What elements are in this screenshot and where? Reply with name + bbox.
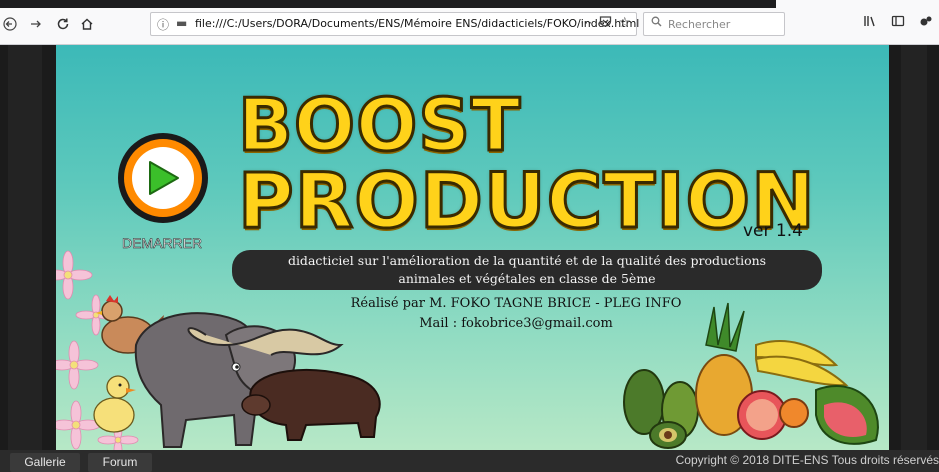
url-text[interactable]: file:///C:/Users/DORA/Documents/ENS/Mémo… [195,17,639,30]
version-label: ver 1.4 [743,221,803,241]
pocket-icon[interactable] [599,15,612,32]
boar-illustration [241,369,381,441]
more-icon[interactable]: ··· [581,16,592,30]
app-title-line1: BOOST [236,83,522,167]
footer-bar: Gallerie Forum Copyright © 2018 DITE-ENS… [0,450,939,472]
app-stage: BOOST PRODUCTION ver 1.4 DEMARRER didact… [56,45,889,450]
description-box: didacticiel sur l'amélioration de la qua… [232,250,822,290]
author-text: Réalisé par M. FOKO TAGNE BRICE - PLEG I… [350,296,682,311]
star-icon[interactable]: ☆ [618,15,631,31]
play-icon [149,161,179,195]
start-button[interactable] [118,133,208,223]
mail-text: Mail : fokobrice3@gmail.com [419,316,613,331]
reload-icon[interactable] [53,14,73,34]
gallery-button[interactable]: Gallerie [10,453,80,472]
toolbar-top-strip [0,0,776,8]
start-label[interactable]: DEMARRER [122,235,203,252]
url-bar[interactable]: ⓘ ▬ file:///C:/Users/DORA/Documents/ENS/… [150,12,639,36]
search-placeholder: Rechercher [668,18,731,31]
search-icon [651,16,662,30]
back-icon[interactable] [0,14,20,34]
search-bar[interactable]: Rechercher [643,12,785,36]
sidebar-icon[interactable] [891,14,905,32]
library-icon[interactable] [863,14,877,32]
page-viewport: BOOST PRODUCTION ver 1.4 DEMARRER didact… [0,45,939,472]
forum-button[interactable]: Forum [88,453,152,472]
browser-toolbar: ⓘ ▬ file:///C:/Users/DORA/Documents/ENS/… [0,0,939,45]
copyright-text: Copyright © 2018 DITE-ENS Tous droits ré… [675,453,939,467]
description-line1: didacticiel sur l'amélioration de la qua… [287,253,767,268]
right-margin [889,45,939,450]
info-icon[interactable]: ⓘ [157,16,169,33]
page-icon: ▬ [176,16,188,30]
duck-illustration [93,375,136,433]
forward-icon[interactable] [26,14,46,34]
description-line2: animales et végétales en classe de 5ème [398,271,656,286]
app-title-line2: PRODUCTION [237,156,817,245]
toolbar-right-buttons [863,14,939,32]
left-margin [0,45,56,450]
extension-icon[interactable] [919,14,933,32]
home-icon[interactable] [77,14,97,34]
